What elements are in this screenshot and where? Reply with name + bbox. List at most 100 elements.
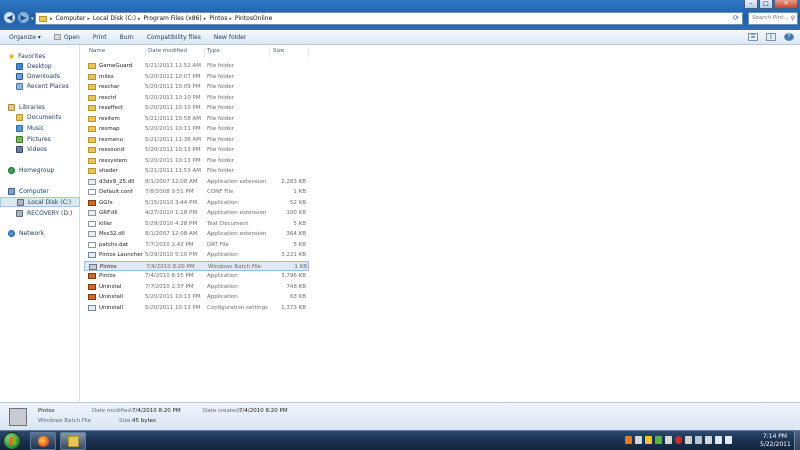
column-header-date[interactable]: Date modified (148, 48, 187, 56)
file-row[interactable]: resitem 5/21/2011 10:58 AM File folder (84, 114, 309, 124)
address-bar[interactable]: ▸ Computer ▸ Local Disk (C:) ▸ Program F… (35, 12, 743, 25)
tray-app-icon[interactable] (695, 436, 702, 444)
file-row[interactable]: GGfx 5/15/2010 3:44 PM Application 52 KB (84, 198, 309, 208)
sidebar-item-desktop[interactable]: Desktop (0, 61, 80, 71)
organize-button[interactable]: Organize ▾ (9, 34, 41, 41)
sidebar-item-videos[interactable]: Videos (0, 144, 80, 154)
sidebar-label: Desktop (27, 62, 52, 70)
file-name: Uninstall (99, 304, 123, 311)
volume-icon[interactable] (725, 436, 732, 444)
open-button[interactable]: Open (53, 34, 80, 41)
cfg-icon (88, 252, 96, 258)
network-status-icon[interactable] (715, 436, 722, 444)
file-row[interactable]: Pintos Launcher 5/29/2010 5:10 PM Applicat… (84, 250, 309, 260)
sidebar-item-homegroup[interactable]: Homegroup (0, 165, 80, 175)
file-name: Default.conf (99, 189, 133, 195)
close-button[interactable]: ✕ (774, 0, 798, 9)
file-name: ressound (99, 147, 125, 153)
tray-app-icon[interactable] (635, 436, 642, 444)
file-row[interactable]: ressound 5/20/2011 10:13 PM File folder (84, 145, 309, 155)
breadcrumb-pintos[interactable]: Pintos (209, 15, 227, 22)
file-row[interactable]: Pintos 7/4/2010 8:20 PM Windows Batch File… (84, 260, 309, 271)
breadcrumb-pintosonline[interactable]: PintosOnline (235, 15, 272, 22)
file-row[interactable]: killer 5/29/2010 4:28 PM Text Document 5 KB (84, 219, 309, 229)
file-name: killer (99, 220, 113, 227)
refresh-icon[interactable]: ⟳ (733, 14, 739, 22)
file-row[interactable]: reschar 5/20/2011 10:09 PM File folder (84, 82, 309, 92)
file-row[interactable]: miles 5/20/2011 10:07 PM File folder (84, 72, 309, 82)
column-header-name[interactable]: Name (89, 48, 105, 56)
file-row[interactable]: Uninstall 5/20/2011 10:13 PM Configuration… (84, 303, 309, 313)
file-type: File folder (207, 94, 234, 101)
file-row[interactable]: GRF.dll 4/27/2010 1:18 PM Application exte… (84, 208, 309, 218)
network-icon (8, 229, 15, 237)
forward-button[interactable]: ▶ (17, 11, 30, 24)
sidebar-item-computer[interactable]: Computer (0, 186, 80, 196)
tray-app-icon[interactable] (675, 436, 682, 444)
sidebar-item-libraries[interactable]: Libraries (0, 102, 80, 112)
maximize-button[interactable]: □ (759, 0, 773, 9)
sidebar-item-recovery[interactable]: RECOVERY (D:) (0, 208, 80, 218)
sidebar-item-pictures[interactable]: Pictures (0, 134, 80, 144)
taskbar-firefox[interactable] (30, 432, 56, 450)
file-size: 100 KB (286, 210, 306, 216)
view-options-icon[interactable]: ☰ (748, 33, 758, 41)
file-row[interactable]: Uninstal 7/7/2010 2:37 PM Application 748 K… (84, 282, 309, 292)
txt-icon (88, 220, 96, 227)
file-row[interactable]: resctrl 5/20/2011 10:10 PM File folder (84, 93, 309, 103)
breadcrumb-computer[interactable]: Computer (56, 15, 86, 22)
folder-icon (88, 84, 96, 90)
file-row[interactable]: resmenu 5/21/2011 11:36 AM File folder (84, 135, 309, 145)
sidebar-item-music[interactable]: Music (0, 123, 80, 133)
sidebar-item-downloads[interactable]: Downloads (0, 71, 80, 81)
column-header-size[interactable]: Size (273, 48, 284, 56)
sidebar-item-documents[interactable]: Documents (0, 112, 80, 122)
start-button[interactable] (3, 432, 21, 450)
sidebar-item-favorites[interactable]: ★ Favorites (0, 51, 80, 61)
file-row[interactable]: ressystem 5/20/2011 10:13 PM File folder (84, 156, 309, 166)
file-row[interactable]: shader 5/21/2011 11:53 AM File folder (84, 166, 309, 176)
file-row[interactable]: Uninstall 5/20/2011 10:13 PM Application 63… (84, 292, 309, 302)
file-row[interactable]: reseffect 5/20/2011 10:10 PM File folder (84, 103, 309, 113)
preview-pane-icon[interactable]: ▯ (766, 33, 776, 41)
compatibility-files-button[interactable]: Compatibility files (147, 34, 201, 41)
new-folder-button[interactable]: New folder (214, 34, 246, 41)
sidebar-item-local-disk[interactable]: Local Disk (C:) (0, 197, 80, 207)
taskbar-explorer[interactable] (60, 432, 86, 450)
taskbar: 7:14 PM 5/22/2011 (0, 430, 800, 450)
recent-pages-chevron-icon[interactable]: ▾ (31, 16, 34, 22)
file-row[interactable]: Mss32.dll 8/1/2007 12:08 AM Application ex… (84, 229, 309, 239)
file-row[interactable]: Default.conf 7/8/2008 9:51 PM CONF File 1 K… (84, 187, 309, 197)
tray-app-icon[interactable] (625, 436, 632, 444)
tray-app-icon[interactable] (655, 436, 662, 444)
minimize-button[interactable]: – (744, 0, 758, 9)
column-header-type[interactable]: Type (207, 48, 220, 56)
sidebar-item-network[interactable]: Network (0, 228, 80, 238)
file-row[interactable]: patchs.dat 7/7/2010 2:42 PM DAT File 5 KB (84, 240, 309, 250)
file-row[interactable]: Pintos 7/4/2010 8:15 PM Application 3,796 K… (84, 271, 309, 281)
burn-button[interactable]: Burn (120, 34, 134, 41)
folder-icon (88, 105, 96, 111)
file-row[interactable]: GameGuard 5/21/2011 11:52 AM File folder (84, 61, 309, 71)
file-row[interactable]: resmap 5/20/2011 10:11 PM File folder (84, 124, 309, 134)
details-file-name: Pintos (38, 408, 55, 414)
help-icon[interactable]: ? (784, 33, 794, 41)
file-name: Uninstall (99, 294, 123, 300)
file-row[interactable]: d3dx9_25.dll 8/1/2007 12:08 AM Application… (84, 177, 309, 187)
tray-app-icon[interactable] (685, 436, 692, 444)
tray-app-icon[interactable] (665, 436, 672, 444)
videos-icon (16, 145, 23, 153)
warning-icon[interactable] (645, 436, 652, 444)
show-hidden-icons-icon[interactable] (705, 436, 712, 444)
clock[interactable]: 7:14 PM 5/22/2011 (760, 433, 791, 449)
breadcrumb-local-disk[interactable]: Local Disk (C:) (93, 15, 136, 22)
search-input[interactable]: Search Pint... ⚲ (748, 12, 798, 25)
sidebar-item-recent-places[interactable]: Recent Places (0, 81, 80, 91)
file-size: 1 KB (293, 189, 306, 195)
print-button[interactable]: Print (93, 34, 107, 41)
back-button[interactable]: ◀ (3, 11, 16, 24)
file-name: Mss32.dll (99, 231, 125, 237)
folder-icon (88, 157, 96, 164)
show-desktop-button[interactable] (794, 431, 800, 450)
breadcrumb-program-files[interactable]: Program Files (x86) (144, 15, 202, 22)
